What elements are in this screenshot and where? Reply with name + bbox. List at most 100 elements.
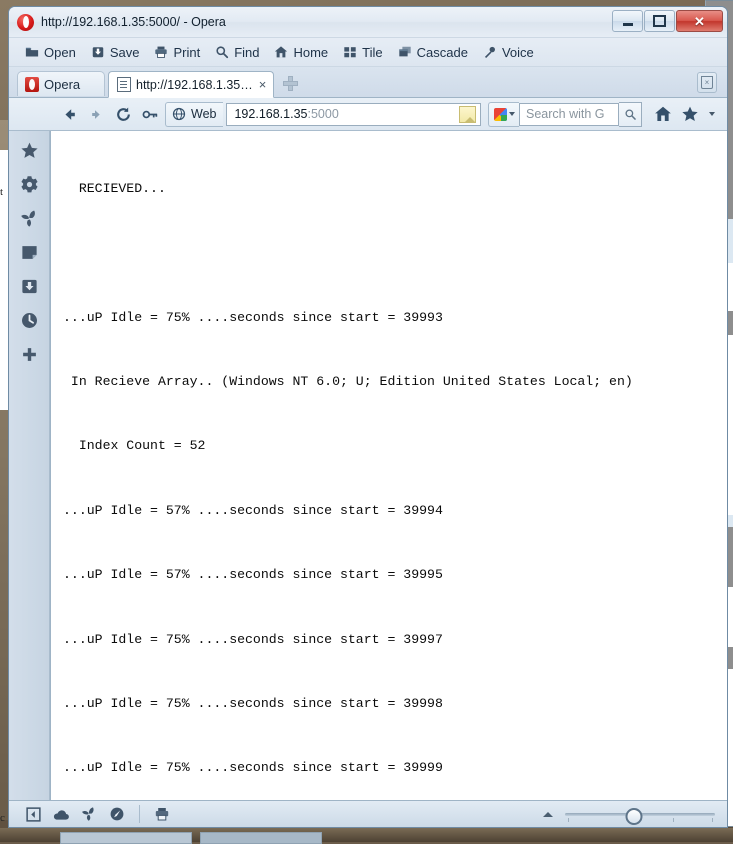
page-line: ...uP Idle = 75% ....seconds since start…	[63, 760, 443, 776]
browser-tab-active[interactable]: http://192.168.1.35… ×	[108, 71, 275, 98]
sidebar-item-notes[interactable]	[18, 241, 40, 263]
opera-link-button[interactable]	[47, 804, 75, 824]
page-line: ...uP Idle = 75% ....seconds since start…	[63, 309, 443, 325]
tab-close-icon[interactable]: ×	[258, 78, 268, 91]
menu-item-save-label: Save	[109, 44, 140, 60]
close-button[interactable]: ✕	[676, 10, 723, 32]
menu-item-cascade-label: Cascade	[416, 44, 468, 60]
page-line: Index Count = 52	[63, 438, 206, 454]
menu-item-print-label: Print	[173, 44, 201, 60]
home-icon	[655, 106, 671, 121]
search-engine-google-button[interactable]	[488, 101, 519, 127]
zoom-expand-button[interactable]	[537, 804, 559, 824]
download-icon	[21, 279, 37, 293]
menu-bar: Open Save Print Find Home Tile Cascade V…	[9, 38, 727, 67]
status-bar	[9, 800, 727, 827]
menu-item-save[interactable]: Save	[85, 43, 146, 62]
panel-toggle-icon	[25, 806, 41, 822]
sidebar-item-speeddial[interactable]	[18, 173, 40, 195]
minimize-button[interactable]	[612, 10, 643, 32]
security-button[interactable]	[138, 102, 162, 126]
page-line: ...uP Idle = 75% ....seconds since start…	[63, 631, 443, 647]
page-line: ...uP Idle = 75% ....seconds since start…	[63, 696, 443, 712]
zoom-slider-handle[interactable]	[625, 808, 643, 825]
plus-icon	[22, 347, 36, 361]
sidebar-item-downloads[interactable]	[18, 275, 40, 297]
chevron-down-icon	[709, 112, 715, 116]
back-arrow-icon	[64, 108, 75, 120]
page-line: ...uP Idle = 57% ....seconds since start…	[63, 502, 443, 518]
menu-item-tile-label: Tile	[362, 44, 383, 60]
address-bar-input[interactable]: 192.168.1.35:5000	[226, 102, 481, 126]
tab-bar: Opera http://192.168.1.35… × ×	[9, 67, 727, 98]
window-title: http://192.168.1.35:5000/ - Opera	[41, 15, 226, 29]
side-panel-bar	[9, 131, 50, 800]
maximize-button[interactable]	[644, 10, 675, 32]
home-icon	[275, 46, 288, 58]
notes-page-icon[interactable]	[459, 105, 476, 123]
search-magnifier-icon	[624, 108, 636, 120]
print-button[interactable]	[148, 804, 176, 824]
address-port: :5000	[307, 107, 339, 121]
share-icon	[82, 807, 94, 821]
menu-item-tile[interactable]: Tile	[337, 43, 388, 62]
triangle-up-icon	[543, 811, 553, 817]
page-viewport[interactable]: RECIEVED... ...uP Idle = 75% ....seconds…	[50, 131, 727, 800]
sidebar-item-bookmarks[interactable]	[18, 139, 40, 161]
trash-closed-tabs-button[interactable]: ×	[697, 72, 717, 93]
menu-item-voice[interactable]: Voice	[477, 43, 540, 62]
save-download-icon	[92, 47, 104, 58]
sidebar-item-share[interactable]	[18, 207, 40, 229]
cloud-icon	[53, 809, 69, 820]
speed-gauge-icon	[110, 807, 124, 821]
home-button[interactable]	[651, 102, 675, 126]
zoom-tick	[712, 818, 713, 822]
forward-arrow-icon	[91, 109, 100, 119]
zoom-tick	[568, 818, 569, 822]
forward-button[interactable]	[84, 102, 108, 126]
page-line: ...uP Idle = 57% ....seconds since start…	[63, 567, 443, 583]
sidebar-item-history[interactable]	[18, 309, 40, 331]
background-left-text-1: t	[0, 186, 4, 198]
search-box-group: Search with G	[488, 101, 642, 127]
bookmarks-button[interactable]	[678, 102, 702, 126]
new-tab-button[interactable]	[282, 75, 299, 92]
opera-menu-button[interactable]: Opera	[17, 71, 105, 96]
trash-icon: ×	[701, 76, 713, 89]
toggle-panels-button[interactable]	[19, 804, 47, 824]
bookmarks-dropdown-button[interactable]	[705, 102, 719, 126]
menu-item-cascade[interactable]: Cascade	[392, 43, 474, 62]
tile-windows-icon	[344, 47, 356, 58]
title-bar: http://192.168.1.35:5000/ - Opera ✕	[9, 7, 727, 38]
star-bookmarks-icon	[682, 106, 698, 121]
maximize-icon	[653, 15, 666, 27]
menu-item-print[interactable]: Print	[148, 43, 206, 62]
key-security-icon	[142, 110, 157, 118]
turbo-button[interactable]	[103, 804, 131, 824]
reload-button[interactable]	[111, 102, 135, 126]
menu-item-home[interactable]: Home	[268, 43, 334, 62]
status-separator	[139, 805, 140, 823]
globe-icon	[172, 107, 186, 121]
share-button[interactable]	[75, 804, 103, 824]
menu-item-open[interactable]: Open	[19, 43, 82, 62]
opera-logo-small-icon	[25, 76, 39, 92]
back-button[interactable]	[57, 102, 81, 126]
content-row: RECIEVED... ...uP Idle = 75% ....seconds…	[9, 131, 727, 800]
zoom-slider[interactable]	[565, 804, 715, 825]
search-input[interactable]: Search with G	[519, 102, 619, 126]
google-g-icon	[493, 107, 507, 121]
search-engine-label: Web	[191, 107, 217, 121]
sidebar-item-add-panel[interactable]	[18, 343, 40, 365]
menu-item-find[interactable]: Find	[209, 43, 265, 62]
address-host: 192.168.1.35	[234, 107, 308, 121]
window-controls: ✕	[612, 10, 723, 32]
page-document-icon	[117, 77, 131, 92]
page-line	[51, 234, 727, 272]
search-go-button[interactable]	[619, 101, 642, 127]
page-text-content: RECIEVED... ...uP Idle = 75% ....seconds…	[51, 131, 727, 800]
page-line: In Recieve Array.. (Windows NT 6.0; U; E…	[63, 374, 633, 390]
search-magnifier-icon	[216, 46, 229, 59]
search-engine-selector[interactable]: Web	[165, 101, 224, 127]
menu-item-open-label: Open	[44, 44, 76, 60]
